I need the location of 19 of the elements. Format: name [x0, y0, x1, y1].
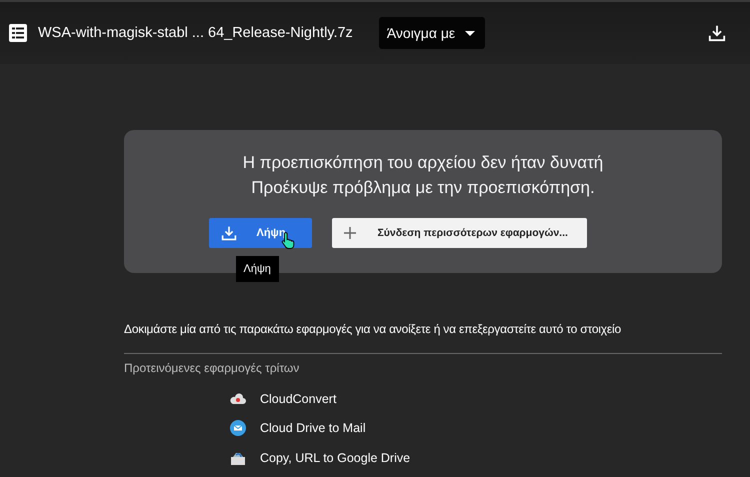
app-link[interactable]: Copy, URL to Google Drive	[260, 450, 410, 465]
mail-icon	[230, 420, 246, 436]
download-icon[interactable]	[708, 24, 726, 42]
cloud-icon	[230, 392, 246, 405]
file-name: WSA-with-magisk-stabl ... 64_Release-Nightly.7z	[38, 25, 353, 41]
suggestion-text: Δοκιμάστε μία από τις παρακάτω εφαρμογές για να ανοίξετε ή να επεξεργαστείτε αυτό το στοιχείο	[124, 322, 622, 336]
plus-icon	[344, 227, 356, 239]
section-heading: Προτεινόμενες εφαρμογές τρίτων	[124, 361, 300, 375]
tooltip: Λήψη	[236, 256, 279, 282]
list-icon	[8, 23, 28, 43]
app-link[interactable]: CloudConvert	[260, 392, 336, 406]
drive-box-icon	[230, 450, 246, 465]
app-link[interactable]: Cloud Drive to Mail	[260, 421, 366, 436]
connect-apps-button[interactable]: Σύνδεση περισσότερων εφαρμογών...	[332, 218, 586, 248]
download-button[interactable]: Λήψη	[208, 218, 312, 248]
error-message: Η προεπισκόπηση του αρχείου δεν ήταν δυνατή Προέκυψε πρόβλημα με την προεπισκόπηση.	[242, 152, 604, 199]
caret-icon	[465, 30, 476, 36]
open-with-button[interactable]: Άνοιγμα με	[378, 17, 486, 49]
download-icon	[220, 225, 236, 241]
